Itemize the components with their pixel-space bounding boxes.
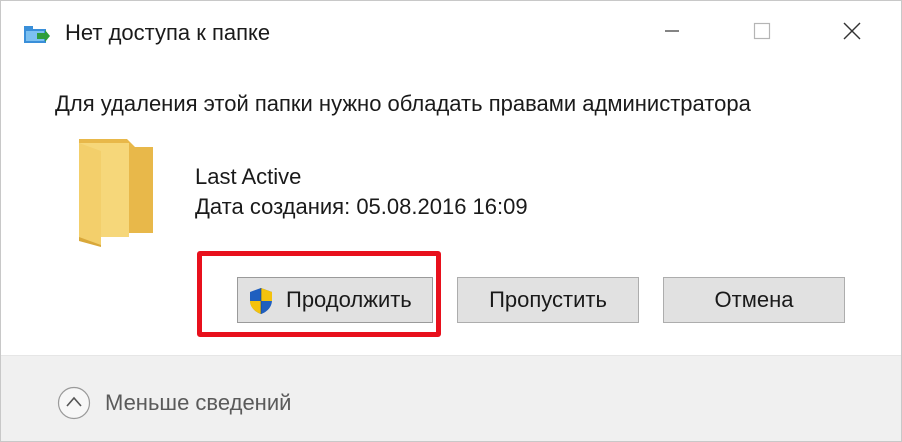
continue-button[interactable]: Продолжить: [237, 277, 433, 323]
footer-panel: Меньше сведений: [1, 356, 901, 441]
minimize-icon: [665, 30, 679, 32]
uac-shield-icon: [250, 288, 272, 314]
close-button[interactable]: [829, 11, 875, 51]
item-name: Last Active: [195, 164, 302, 189]
skip-button[interactable]: Пропустить: [457, 277, 639, 323]
minimize-button[interactable]: [649, 11, 695, 51]
dialog-window: Нет доступа к папке Для удаления этой па…: [0, 0, 902, 442]
maximize-icon: [753, 22, 771, 40]
item-date: Дата создания: 05.08.2016 16:09: [195, 194, 528, 219]
continue-button-label: Продолжить: [286, 287, 412, 312]
less-details-toggle[interactable]: Меньше сведений: [105, 389, 291, 417]
window-title: Нет доступа к папке: [65, 20, 271, 45]
cancel-button[interactable]: Отмена: [663, 277, 845, 323]
message-heading: Для удаления этой папки нужно обладать п…: [55, 91, 751, 116]
folder-icon: [79, 139, 153, 247]
close-icon: [843, 22, 861, 40]
folder-move-icon: [24, 26, 50, 43]
maximize-button[interactable]: [739, 11, 785, 51]
title-bar[interactable]: Нет доступа к папке: [1, 1, 901, 63]
chevron-up-icon[interactable]: [57, 386, 91, 420]
